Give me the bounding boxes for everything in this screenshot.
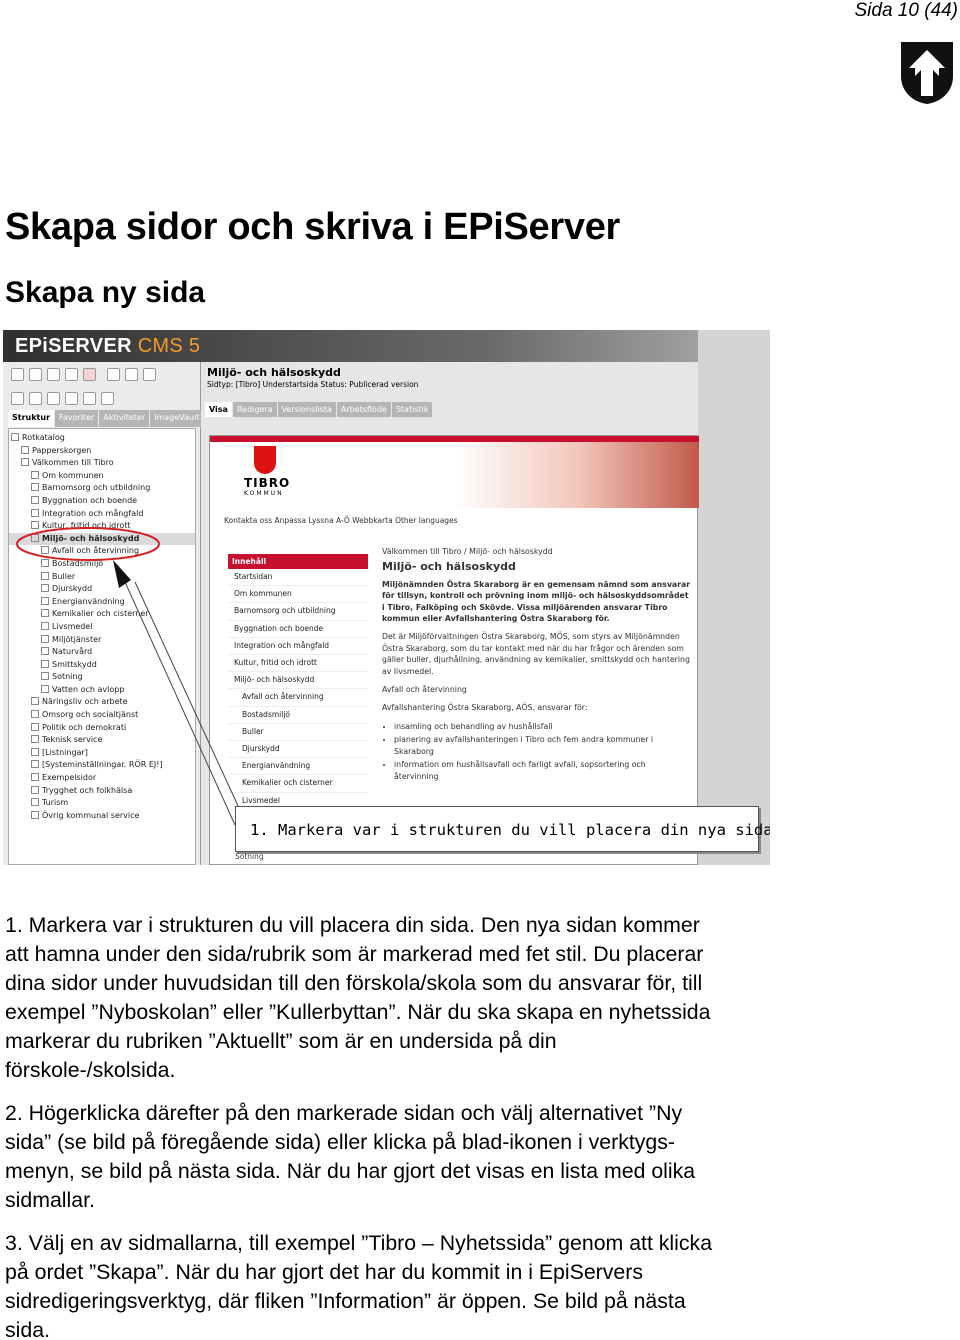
pointer-line <box>124 581 236 826</box>
instruction-step-3: 3. Välj en av sidmallarna, till exempel … <box>5 1231 713 1340</box>
pointer-line <box>134 581 240 809</box>
preview-footer-item: Sotning <box>235 852 264 861</box>
section-heading: Skapa ny sida <box>5 276 206 309</box>
page-number: Sida 10 (44) <box>854 0 958 21</box>
instruction-step-1: 1. Markera var i strukturen du vill plac… <box>5 913 711 1082</box>
callout-box: 1. Markera var i strukturen du vill plac… <box>235 806 770 852</box>
page-title: Skapa sidor och skriva i EPiServer <box>5 206 621 248</box>
episerver-screenshot: EPiSERVER CMS 5 Struktur Favoriter Aktiv… <box>3 330 770 865</box>
instruction-step-2: 2. Högerklicka därefter på den markerade… <box>5 1101 696 1212</box>
annotation-overlay <box>16 527 240 826</box>
arrow-head-icon <box>113 560 131 588</box>
highlight-ellipse <box>16 527 160 561</box>
municipality-crest-icon <box>901 42 953 104</box>
